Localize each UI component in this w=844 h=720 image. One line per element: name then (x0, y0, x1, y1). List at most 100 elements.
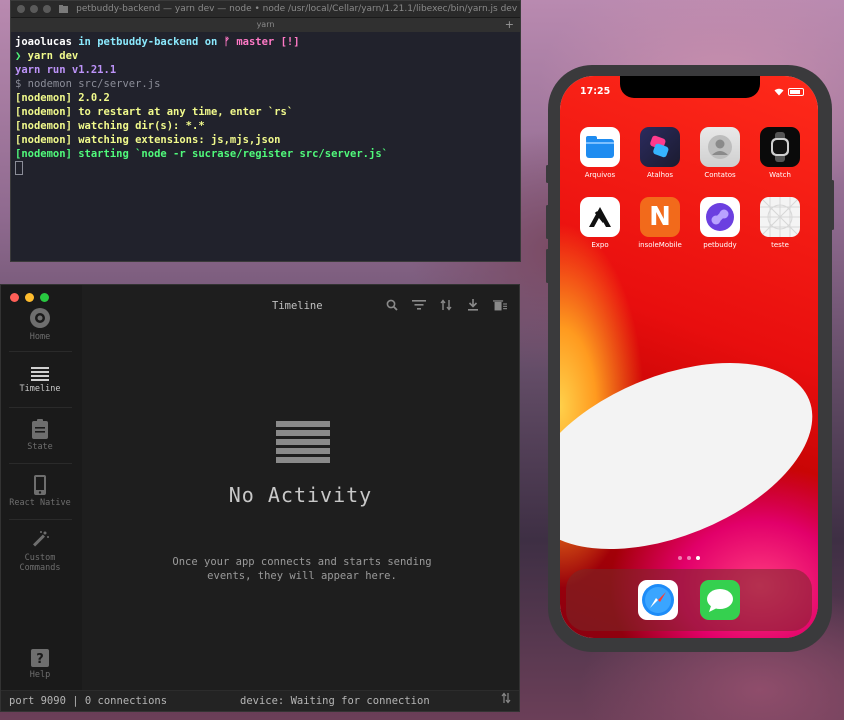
timeline-list-icon (276, 421, 330, 463)
power-button[interactable] (831, 180, 834, 230)
nav-help[interactable]: ? Help (7, 649, 73, 680)
nav-state[interactable]: State (7, 419, 73, 452)
nav-react-native-label: React Native (9, 498, 71, 508)
terminal-line: yarn dev (27, 50, 79, 62)
page-indicator[interactable] (560, 556, 818, 560)
download-icon (468, 299, 478, 311)
prompt-branch: master (236, 36, 275, 48)
app-label: Expo (591, 241, 609, 249)
git-branch-icon: ᚠ (223, 36, 230, 48)
app-label: Watch (769, 171, 791, 179)
search-button[interactable] (385, 298, 399, 312)
nav-react-native[interactable]: React Native (7, 475, 73, 508)
nav-home[interactable]: Home (7, 307, 73, 342)
list-lines-icon (31, 367, 49, 381)
terminal-tab[interactable]: yarn + (11, 18, 520, 32)
minimize-button[interactable] (30, 5, 38, 13)
battery-icon (788, 88, 804, 96)
trash-icon (493, 300, 507, 311)
shortcuts-icon (640, 127, 680, 167)
sidebar: Home Timeline State React Native Custom … (1, 285, 82, 691)
zoom-button[interactable] (43, 5, 51, 13)
dock (566, 569, 812, 631)
app-arquivos[interactable]: Arquivos (575, 127, 625, 179)
app-label: Arquivos (584, 171, 616, 179)
app-insolemobile[interactable]: N insoleMobile (635, 197, 685, 249)
svg-text:?: ? (36, 652, 44, 667)
files-folder-icon (580, 127, 620, 167)
app-label: insoleMobile (638, 241, 682, 249)
window-controls (17, 5, 51, 13)
timeline-empty-state: No Activity Once your app connects and s… (82, 331, 519, 691)
divider (9, 519, 72, 520)
volume-up-button[interactable] (546, 205, 549, 239)
window-controls (10, 293, 49, 302)
mute-switch[interactable] (546, 165, 549, 183)
prompt-dir: petbuddy-backend (97, 36, 199, 48)
terminal-line: yarn run v1.21.1 (15, 64, 117, 76)
close-button[interactable] (10, 293, 19, 302)
clear-button[interactable] (493, 298, 507, 312)
nav-custom-commands-label-2: Commands (19, 563, 61, 573)
nav-state-label: State (27, 442, 53, 452)
page-dot (678, 556, 682, 560)
safari-icon[interactable] (638, 580, 678, 620)
sort-button[interactable] (439, 298, 453, 312)
terminal-window: petbuddy-backend — yarn dev — node • nod… (10, 0, 521, 262)
app-teste[interactable]: teste (755, 197, 805, 249)
divider (9, 351, 72, 352)
prompt-arrow-icon: ❯ (15, 50, 22, 62)
app-contatos[interactable]: Contatos (695, 127, 745, 179)
contacts-icon (700, 127, 740, 167)
filter-icon (412, 300, 426, 310)
connection-arrows-icon[interactable] (501, 691, 511, 711)
notch (620, 76, 760, 98)
nav-home-label: Home (29, 332, 51, 342)
page-title: Timeline (272, 300, 323, 312)
prompt-on: on (204, 36, 218, 48)
page-dot (687, 556, 691, 560)
divider (9, 407, 72, 408)
messages-icon[interactable] (700, 580, 740, 620)
app-atalhos[interactable]: Atalhos (635, 127, 685, 179)
nav-custom-commands[interactable]: Custom Commands (7, 530, 73, 573)
filter-button[interactable] (412, 298, 426, 312)
download-button[interactable] (466, 298, 480, 312)
close-button[interactable] (17, 5, 25, 13)
timeline-toolbar (385, 298, 507, 312)
nav-timeline-label: Timeline (19, 384, 61, 394)
empty-title: No Activity (228, 483, 373, 507)
nav-timeline[interactable]: Timeline (7, 367, 73, 394)
zoom-button[interactable] (40, 293, 49, 302)
sort-arrows-icon (440, 299, 452, 311)
app-expo[interactable]: Expo (575, 197, 625, 249)
terminal-line: [nodemon] starting `node -r sucrase/regi… (15, 148, 388, 160)
petbuddy-icon (700, 197, 740, 237)
reactotron-logo-icon (30, 308, 50, 328)
prompt-user: joaolucas (15, 36, 72, 48)
app-label: Atalhos (646, 171, 673, 179)
help-icon: ? (31, 649, 49, 667)
status-time: 17:25 (580, 86, 611, 97)
minimize-button[interactable] (25, 293, 34, 302)
volume-down-button[interactable] (546, 249, 549, 283)
prompt-in: in (78, 36, 91, 48)
new-tab-plus-icon[interactable]: + (505, 18, 514, 32)
device-status: device: Waiting for connection (240, 695, 430, 707)
grid-placeholder-icon (760, 197, 800, 237)
status-bar: port 9090 | 0 connections device: Waitin… (1, 690, 519, 711)
search-icon (386, 299, 398, 311)
terminal-line: [nodemon] to restart at any time, enter … (15, 106, 294, 118)
empty-description-line-2: events, they will appear here. (207, 570, 397, 582)
empty-description-line-1: Once your app connects and starts sendin… (172, 556, 432, 568)
insole-logo-letter: N (649, 202, 671, 232)
app-petbuddy[interactable]: petbuddy (695, 197, 745, 249)
status-icons (774, 88, 804, 96)
nav-custom-commands-label-1: Custom (24, 553, 56, 563)
app-label: Contatos (704, 171, 736, 179)
app-watch[interactable]: Watch (755, 127, 805, 179)
terminal-titlebar: petbuddy-backend — yarn dev — node • nod… (11, 1, 520, 18)
terminal-output[interactable]: joaolucas in petbuddy-backend on ᚠ maste… (11, 32, 520, 178)
phone-screen[interactable]: 17:25 Arquivos Atalhos Contatos Watch Ex… (560, 76, 818, 638)
terminal-line: [nodemon] watching extensions: js,mjs,js… (15, 134, 281, 146)
